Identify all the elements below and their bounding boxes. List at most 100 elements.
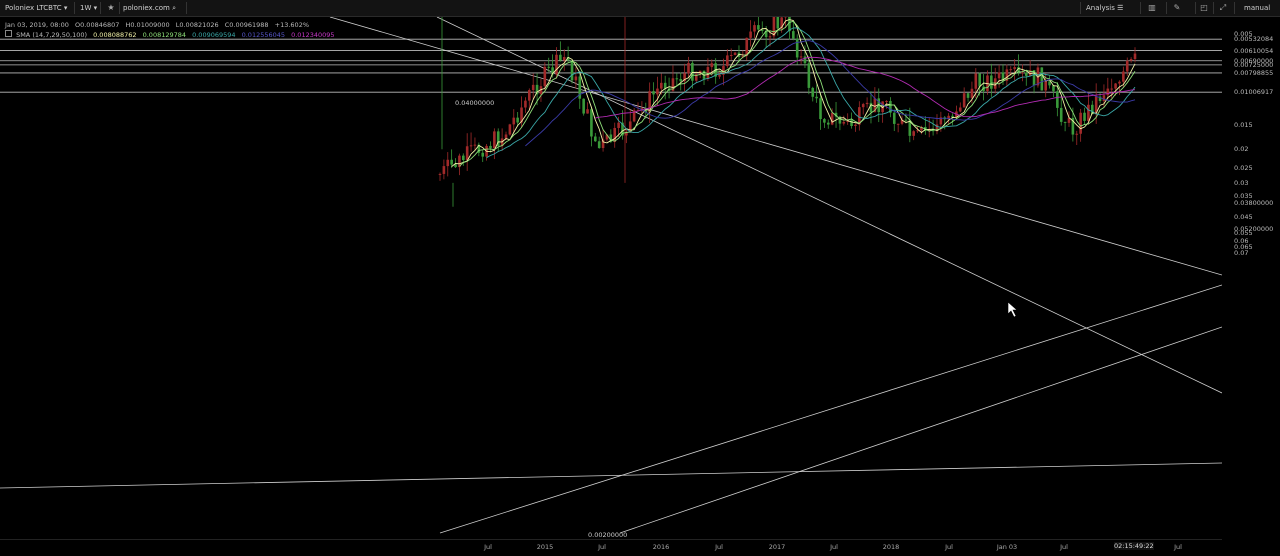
sma-line bbox=[525, 41, 1135, 146]
toolbar-divider bbox=[1213, 2, 1214, 14]
chevron-down-icon: ▾ bbox=[94, 4, 98, 12]
candle-body bbox=[512, 118, 515, 125]
price-level-label: 0.00532084 bbox=[1234, 35, 1273, 43]
sma-line bbox=[452, 20, 1135, 167]
candle-body bbox=[734, 53, 737, 55]
candle-body bbox=[1079, 113, 1082, 134]
time-tick-label: 2016 bbox=[653, 543, 670, 551]
toolbar-divider bbox=[186, 2, 187, 14]
analysis-menu[interactable]: Analysis ☰ bbox=[1086, 0, 1123, 16]
time-tick-label: Jul bbox=[1060, 543, 1068, 551]
candle-body bbox=[710, 63, 713, 67]
analysis-label: Analysis bbox=[1086, 4, 1115, 12]
candle-body bbox=[679, 79, 682, 81]
candle-body bbox=[850, 120, 853, 126]
candle-body bbox=[544, 67, 547, 86]
mouse-cursor-icon bbox=[1008, 302, 1017, 317]
candle-body bbox=[509, 124, 512, 134]
candle-body bbox=[547, 67, 550, 68]
price-tick-label: 0.02 bbox=[1234, 145, 1248, 153]
high-marker-label: 0.04000000 bbox=[455, 99, 494, 107]
search-icon: ⌕ bbox=[172, 4, 176, 12]
candle-body bbox=[1103, 95, 1106, 101]
price-tick-label: 0.045 bbox=[1234, 213, 1253, 221]
candle-body bbox=[808, 63, 811, 88]
candle-body bbox=[1087, 105, 1090, 121]
candle-body bbox=[617, 123, 620, 128]
price-level-label: 0.00798855 bbox=[1234, 69, 1273, 77]
symbol-selector[interactable]: Poloniex LTCBTC ▾ bbox=[5, 0, 67, 16]
candle-body bbox=[792, 31, 795, 38]
candle-body bbox=[1134, 54, 1137, 59]
candle-body bbox=[811, 88, 814, 97]
candle-body bbox=[571, 60, 574, 80]
draw-tool-icon[interactable]: ✎ bbox=[1170, 2, 1184, 14]
candle-body bbox=[959, 108, 962, 112]
candle-body bbox=[726, 55, 729, 66]
price-tick-label: 0.03 bbox=[1234, 179, 1248, 187]
candle-body bbox=[466, 146, 469, 160]
candle-body bbox=[656, 89, 659, 95]
price-level-label: 0.00610054 bbox=[1234, 47, 1273, 55]
time-tick-label: Jul bbox=[1174, 543, 1182, 551]
site-link[interactable]: poloniex.com ⌕ bbox=[123, 0, 176, 16]
mode-toggle[interactable]: manual bbox=[1244, 0, 1270, 16]
fullscreen-icon[interactable]: ⤢ bbox=[1216, 2, 1230, 14]
trendline bbox=[437, 17, 1222, 393]
candle-body bbox=[481, 153, 484, 157]
chart-type-icon[interactable]: ▥ bbox=[1145, 2, 1159, 14]
candle-body bbox=[1060, 108, 1063, 122]
candle-body bbox=[660, 83, 663, 89]
price-tick-label: 0.025 bbox=[1234, 164, 1253, 172]
toolbar-divider bbox=[1195, 2, 1196, 14]
candle-body bbox=[823, 119, 826, 123]
candle-body bbox=[745, 38, 748, 56]
time-tick-label: 2018 bbox=[883, 543, 900, 551]
time-tick-label: 2017 bbox=[769, 543, 786, 551]
candle-body bbox=[800, 56, 803, 57]
toolbar-divider bbox=[100, 2, 101, 14]
candle-body bbox=[905, 120, 908, 121]
candle-body bbox=[796, 39, 799, 58]
candle-body bbox=[749, 32, 752, 38]
candle-body bbox=[559, 55, 562, 61]
candle-body bbox=[998, 72, 1001, 78]
candle-body bbox=[1107, 89, 1110, 96]
candle-body bbox=[652, 91, 655, 94]
candle-body bbox=[1114, 84, 1117, 89]
favorite-star-icon[interactable]: ★ bbox=[104, 2, 118, 14]
time-axis[interactable]: Jul2015Jul2016Jul2017Jul2018JulJan 03Jul… bbox=[0, 539, 1222, 556]
candle-body bbox=[691, 63, 694, 81]
site-label: poloniex.com bbox=[123, 4, 170, 12]
symbol-label: Poloniex LTCBTC bbox=[5, 4, 62, 12]
interval-selector[interactable]: 1W ▾ bbox=[80, 0, 97, 16]
toolbar-divider bbox=[1140, 2, 1141, 14]
toolbar-divider bbox=[74, 2, 75, 14]
candle-body bbox=[842, 122, 845, 124]
candle-body bbox=[769, 36, 772, 37]
candle-body bbox=[582, 99, 585, 114]
top-toolbar: Poloniex LTCBTC ▾ 1W ▾ ★ poloniex.com ⌕ … bbox=[0, 0, 1280, 17]
candle-body bbox=[757, 25, 760, 29]
price-axis[interactable]: 0.070.0650.060.0550.0450.0350.030.0250.0… bbox=[1222, 17, 1280, 539]
candle-body bbox=[439, 174, 442, 175]
toolbar-divider bbox=[1166, 2, 1167, 14]
price-chart[interactable]: 0.04000000 0.00200000 bbox=[0, 17, 1222, 539]
candle-body bbox=[613, 128, 616, 142]
low-marker-label: 0.00200000 bbox=[588, 531, 627, 539]
screenshot-icon[interactable]: ◰ bbox=[1197, 2, 1211, 14]
candle-body bbox=[1064, 122, 1067, 123]
candle-body bbox=[524, 101, 527, 108]
candle-body bbox=[819, 98, 822, 119]
candle-body bbox=[590, 109, 593, 136]
time-tick-label: Jul bbox=[830, 543, 838, 551]
candle-body bbox=[951, 116, 954, 117]
candle-body bbox=[1044, 81, 1047, 90]
candle-body bbox=[963, 93, 966, 107]
candle-body bbox=[575, 76, 578, 80]
candle-body bbox=[978, 74, 981, 87]
price-tick-label: 0.015 bbox=[1234, 121, 1253, 129]
candle-body bbox=[730, 55, 733, 56]
candle-body bbox=[1075, 134, 1078, 135]
time-tick-label: Jul bbox=[715, 543, 723, 551]
